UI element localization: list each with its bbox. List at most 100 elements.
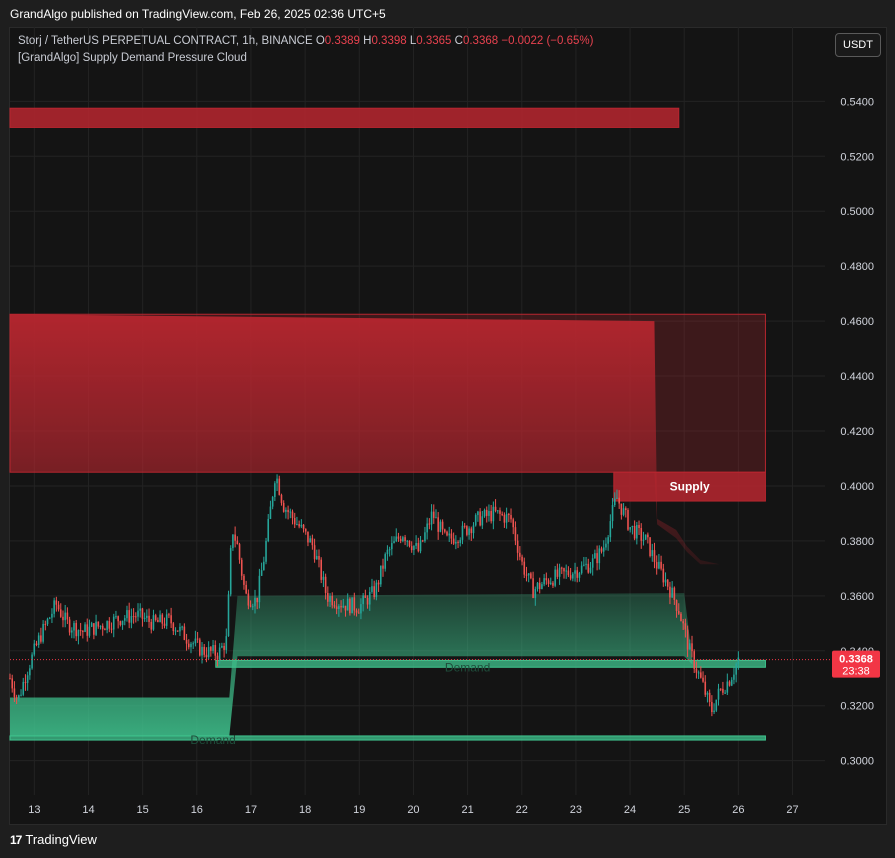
- candle-body: [121, 620, 124, 625]
- candle-body: [70, 630, 73, 633]
- candle-body: [42, 623, 44, 642]
- candle-body: [715, 699, 718, 711]
- candle-body: [591, 558, 594, 568]
- candle-body: [282, 502, 285, 512]
- candle-body: [391, 543, 393, 550]
- candle-body: [609, 521, 612, 538]
- candle-body: [77, 630, 80, 637]
- candle-body: [225, 636, 228, 650]
- bar-countdown: 23:38: [842, 666, 870, 678]
- candle-body: [567, 570, 570, 576]
- candle-body: [335, 606, 338, 610]
- candle-body: [666, 579, 669, 587]
- candle-body: [660, 561, 662, 569]
- candle-body: [311, 538, 314, 546]
- candle-body: [410, 546, 413, 551]
- footer-brand[interactable]: 17 TradingView: [10, 832, 97, 847]
- candle-body: [214, 644, 217, 656]
- candle-body: [463, 525, 466, 527]
- candle-body: [448, 533, 451, 536]
- candle-body: [441, 521, 444, 530]
- chart-plot[interactable]: Supply Demand Demand 0.5400 0.5200 0.5000 0.48…: [0, 0, 895, 858]
- candle-body: [455, 541, 457, 544]
- candle-body: [421, 540, 424, 542]
- candle-body: [126, 610, 128, 619]
- candle-body: [289, 511, 292, 513]
- candle-body: [437, 517, 439, 532]
- candle-body: [11, 678, 14, 689]
- candle-body: [558, 567, 561, 577]
- candle-body: [669, 586, 671, 598]
- candle-body: [179, 626, 181, 632]
- candle-body: [265, 540, 267, 562]
- candle-body: [93, 623, 95, 635]
- candle-body: [218, 647, 221, 660]
- x-tick-label: 22: [516, 804, 528, 816]
- candle-body: [104, 629, 106, 631]
- indicator-name[interactable]: [GrandAlgo] Supply Demand Pressure Cloud: [18, 52, 247, 64]
- candle-body: [461, 525, 464, 540]
- candle-body: [587, 563, 590, 573]
- candle-body: [519, 552, 521, 557]
- candle-body: [384, 554, 387, 569]
- candle-body: [256, 597, 258, 603]
- candle-body: [320, 559, 323, 580]
- candle-body: [706, 692, 709, 695]
- y-tick-label: 0.4000: [840, 481, 874, 493]
- y-tick-label: 0.4800: [840, 261, 874, 273]
- y-tick-label: 0.5400: [840, 96, 874, 108]
- candle-body: [75, 623, 78, 637]
- candle-body: [611, 505, 614, 522]
- candle-body: [596, 553, 598, 564]
- candle-body: [9, 678, 11, 680]
- candle-body: [468, 528, 470, 535]
- candle-body: [170, 615, 172, 624]
- candle-body: [508, 514, 510, 516]
- candle-body: [73, 623, 75, 631]
- currency-button[interactable]: USDT: [835, 33, 881, 57]
- candle-body: [190, 643, 192, 648]
- candle-body: [216, 655, 219, 660]
- candle-body: [101, 625, 104, 630]
- candle-body: [382, 565, 384, 569]
- candle-body: [691, 643, 693, 652]
- candle-body: [203, 646, 206, 655]
- candle-body: [263, 561, 265, 571]
- candle-body: [90, 623, 93, 627]
- candle-body: [274, 483, 276, 497]
- candle-body: [607, 537, 609, 544]
- candle-body: [66, 612, 69, 620]
- candle-body: [430, 511, 433, 525]
- candle-body: [373, 586, 375, 598]
- candle-body: [733, 674, 735, 680]
- candle-body: [377, 582, 380, 585]
- candle-body: [269, 506, 272, 519]
- tradingview-logo-icon: 17: [10, 832, 22, 847]
- candle-body: [728, 681, 731, 686]
- y-tick-label: 0.3200: [840, 701, 874, 713]
- y-tick-label: 0.3000: [840, 756, 874, 768]
- candle-body: [483, 509, 486, 517]
- candle-body: [408, 540, 411, 547]
- candle-body: [181, 626, 183, 628]
- candle-body: [512, 519, 515, 528]
- candle-body: [585, 563, 587, 565]
- candle-body: [622, 508, 625, 515]
- candle-body: [481, 516, 484, 526]
- candle-body: [243, 575, 245, 585]
- candle-body: [267, 518, 270, 541]
- candle-body: [379, 565, 382, 585]
- candle-body: [435, 517, 437, 519]
- candle-body: [578, 573, 581, 578]
- candle-body: [490, 511, 492, 522]
- candle-body: [640, 528, 643, 541]
- candle-body: [375, 582, 378, 598]
- candle-body: [492, 506, 495, 522]
- candle-body: [183, 626, 186, 640]
- candle-body: [658, 561, 660, 569]
- candle-body: [653, 550, 656, 563]
- candle-body: [543, 578, 545, 585]
- candle-body: [549, 582, 552, 584]
- candle-body: [704, 681, 707, 695]
- candle-body: [450, 533, 453, 539]
